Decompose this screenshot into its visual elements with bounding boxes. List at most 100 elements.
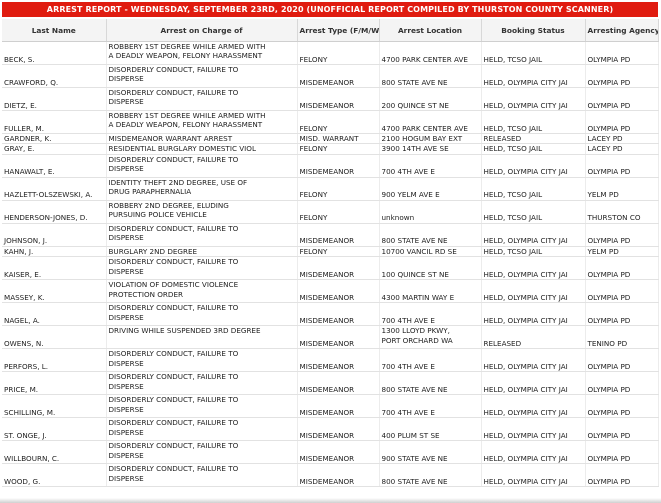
cell-location: 700 4TH AVE E	[379, 348, 482, 373]
cell-location: 1300 LLOYD PKWY, PORT ORCHARD WA	[379, 325, 482, 350]
cell-location: 100 QUINCE ST NE	[379, 256, 482, 281]
charge-line: A DEADLY WEAPON, FELONY HARASSMENT	[108, 51, 263, 61]
location-line: 4700 PARK CENTER AVE	[381, 123, 468, 133]
col-header-location: Arrest Location	[379, 19, 482, 42]
cell-booking-status: HELD, OLYMPIA CITY JAI	[481, 256, 586, 281]
cell-arrest-type: MISD. WARRANT	[297, 133, 380, 145]
col-header-charge: Arrest on Charge of	[106, 19, 298, 42]
charge-line: ROBBERY 1ST DEGREE WHILE ARMED WITH	[108, 111, 266, 120]
cell-booking-status: HELD, OLYMPIA CITY JAI	[481, 348, 586, 373]
cell-charge: DISORDERLY CONDUCT, FAILURE TO DISPERSE	[106, 440, 298, 465]
charge-line: DRIVING WHILE SUSPENDED 3RD DEGREE	[108, 326, 261, 336]
cell-booking-status: HELD, OLYMPIA CITY JAI	[481, 394, 586, 419]
cell-charge: DISORDERLY CONDUCT, FAILURE TO DISPERSE	[106, 371, 298, 396]
cell-last-name: HANAWALT, E.	[2, 154, 107, 178]
table-row: FULLER, M. ROBBERY 1ST DEGREE WHILE ARMED…	[2, 110, 659, 134]
cell-agency: OLYMPIA PD	[585, 394, 659, 419]
cell-booking-status: HELD, OLYMPIA CITY JAI	[481, 64, 586, 88]
cell-last-name: DIETZ, E.	[2, 87, 107, 111]
charge-line: DISPERSE	[108, 358, 144, 368]
location-line: 800 STATE AVE NE	[381, 236, 448, 246]
charge-line: IDENTITY THEFT 2ND DEGREE, USE OF	[108, 177, 248, 187]
cell-arrest-type: MISDEMEANOR	[297, 154, 380, 178]
cell-charge: IDENTITY THEFT 2ND DEGREE, USE OF DRUG PA…	[106, 177, 298, 201]
cell-agency: OLYMPIA PD	[585, 440, 659, 465]
table-row: BECK, S. ROBBERY 1ST DEGREE WHILE ARMED W…	[2, 41, 659, 65]
table-row: KAHN, J. BURGLARY 2ND DEGREE FELONY 10700 V…	[2, 246, 659, 258]
cell-charge: MISDEMEANOR WARRANT ARREST	[106, 133, 298, 145]
cell-arrest-type: MISDEMEANOR	[297, 279, 380, 304]
cell-arrest-type: MISDEMEANOR	[297, 87, 380, 111]
cell-agency: TENINO PD	[585, 325, 659, 350]
table-row: NAGEL, A. DISORDERLY CONDUCT, FAILURE TO D…	[2, 302, 659, 327]
cell-arrest-type: MISDEMEANOR	[297, 463, 380, 488]
charge-line: DISPERSE	[108, 381, 144, 391]
location-line: 800 STATE AVE NE	[381, 77, 448, 87]
location-line: 4700 PARK CENTER AVE	[381, 54, 468, 64]
table-row: WILLBOURN, C. DISORDERLY CONDUCT, FAILURE…	[2, 440, 659, 465]
cell-agency: OLYMPIA PD	[585, 256, 659, 281]
charge-line: DRUG PARAPHERNALIA	[108, 187, 192, 197]
cell-agency: OLYMPIA PD	[585, 154, 659, 178]
cell-arrest-type: MISDEMEANOR	[297, 64, 380, 88]
cell-location: 700 4TH AVE E	[379, 394, 482, 419]
charge-line: ROBBERY 1ST DEGREE WHILE ARMED WITH	[108, 42, 266, 51]
table-row: PERFORS, L. DISORDERLY CONDUCT, FAILURE T…	[2, 348, 659, 373]
cell-booking-status: HELD, OLYMPIA CITY JAI	[481, 417, 586, 442]
cell-charge: ROBBERY 2ND DEGREE, ELUDING PURSUING POLI…	[106, 200, 298, 224]
location-line: 4300 MARTIN WAY E	[381, 292, 455, 302]
cell-arrest-type: MISDEMEANOR	[297, 223, 380, 247]
cell-location: 800 STATE AVE NE	[379, 463, 482, 488]
page-bottom-edge	[0, 498, 661, 503]
col-header-arrest-type: Arrest Type (F/M/W)	[297, 19, 380, 42]
cell-charge: DISORDERLY CONDUCT, FAILURE TO DISPERSE	[106, 223, 298, 247]
cell-arrest-type: MISDEMEANOR	[297, 256, 380, 281]
cell-charge: DRIVING WHILE SUSPENDED 3RD DEGREE	[106, 325, 298, 350]
location-line: 800 STATE AVE NE	[381, 476, 448, 486]
cell-agency: YELM PD	[585, 246, 659, 258]
cell-arrest-type: MISDEMEANOR	[297, 325, 380, 350]
table-row: GRAY, E. RESIDENTIAL BURGLARY DOMESTIC VI…	[2, 143, 659, 155]
cell-last-name: KAHN, J.	[2, 246, 107, 258]
charge-line: DISPERSE	[108, 233, 144, 243]
cell-charge: DISORDERLY CONDUCT, FAILURE TO DISPERSE	[106, 348, 298, 373]
cell-last-name: JOHNSON, J.	[2, 223, 107, 247]
cell-arrest-type: FELONY	[297, 200, 380, 224]
cell-arrest-type: MISDEMEANOR	[297, 417, 380, 442]
charge-line: A DEADLY WEAPON, FELONY HARASSMENT	[108, 120, 263, 130]
cell-booking-status: RELEASED	[481, 133, 586, 145]
cell-last-name: HAZLETT-OLSZEWSKI, A.	[2, 177, 107, 201]
cell-agency: OLYMPIA PD	[585, 87, 659, 111]
location-line: 900 YELM AVE E	[381, 190, 440, 200]
cell-charge: DISORDERLY CONDUCT, FAILURE TO DISPERSE	[106, 87, 298, 111]
cell-booking-status: HELD, OLYMPIA CITY JAI	[481, 440, 586, 465]
charge-line: DISORDERLY CONDUCT, FAILURE TO	[108, 154, 239, 164]
table-row: HANAWALT, E. DISORDERLY CONDUCT, FAILURE …	[2, 154, 659, 178]
cell-location: 2100 HOGUM BAY EXT	[379, 133, 482, 145]
cell-agency: OLYMPIA PD	[585, 279, 659, 304]
location-line: 100 QUINCE ST NE	[381, 269, 449, 279]
report-title: ARREST REPORT - WEDNESDAY, SEPTEMBER 23R…	[2, 2, 658, 17]
cell-location: 900 STATE AVE NE	[379, 440, 482, 465]
cell-arrest-type: MISDEMEANOR	[297, 348, 380, 373]
table-row: DIETZ, E. DISORDERLY CONDUCT, FAILURE TO D…	[2, 87, 659, 111]
location-line: 10700 VANCIL RD SE	[381, 246, 457, 256]
charge-line: DISORDERLY CONDUCT, FAILURE TO	[108, 65, 239, 74]
charge-line: MISDEMEANOR WARRANT ARREST	[108, 134, 233, 143]
cell-charge: DISORDERLY CONDUCT, FAILURE TO DISPERSE	[106, 154, 298, 178]
cell-location: 10700 VANCIL RD SE	[379, 246, 482, 258]
cell-last-name: FULLER, M.	[2, 110, 107, 134]
charge-line: DISPERSE	[108, 97, 144, 107]
location-line: 700 4TH AVE E	[381, 361, 435, 371]
cell-arrest-type: FELONY	[297, 246, 380, 258]
cell-booking-status: HELD, OLYMPIA CITY JAI	[481, 87, 586, 111]
cell-location: 800 STATE AVE NE	[379, 371, 482, 396]
charge-line: DISPERSE	[108, 450, 144, 460]
cell-charge: ROBBERY 1ST DEGREE WHILE ARMED WITH A DEA…	[106, 110, 298, 134]
charge-line: DISORDERLY CONDUCT, FAILURE TO	[108, 303, 239, 313]
cell-booking-status: HELD, OLYMPIA CITY JAI	[481, 302, 586, 327]
cell-agency: OLYMPIA PD	[585, 64, 659, 88]
charge-line: DISPERSE	[108, 312, 144, 322]
charge-line: PURSUING POLICE VEHICLE	[108, 210, 207, 220]
table-row: SCHILLING, M. DISORDERLY CONDUCT, FAILURE…	[2, 394, 659, 419]
